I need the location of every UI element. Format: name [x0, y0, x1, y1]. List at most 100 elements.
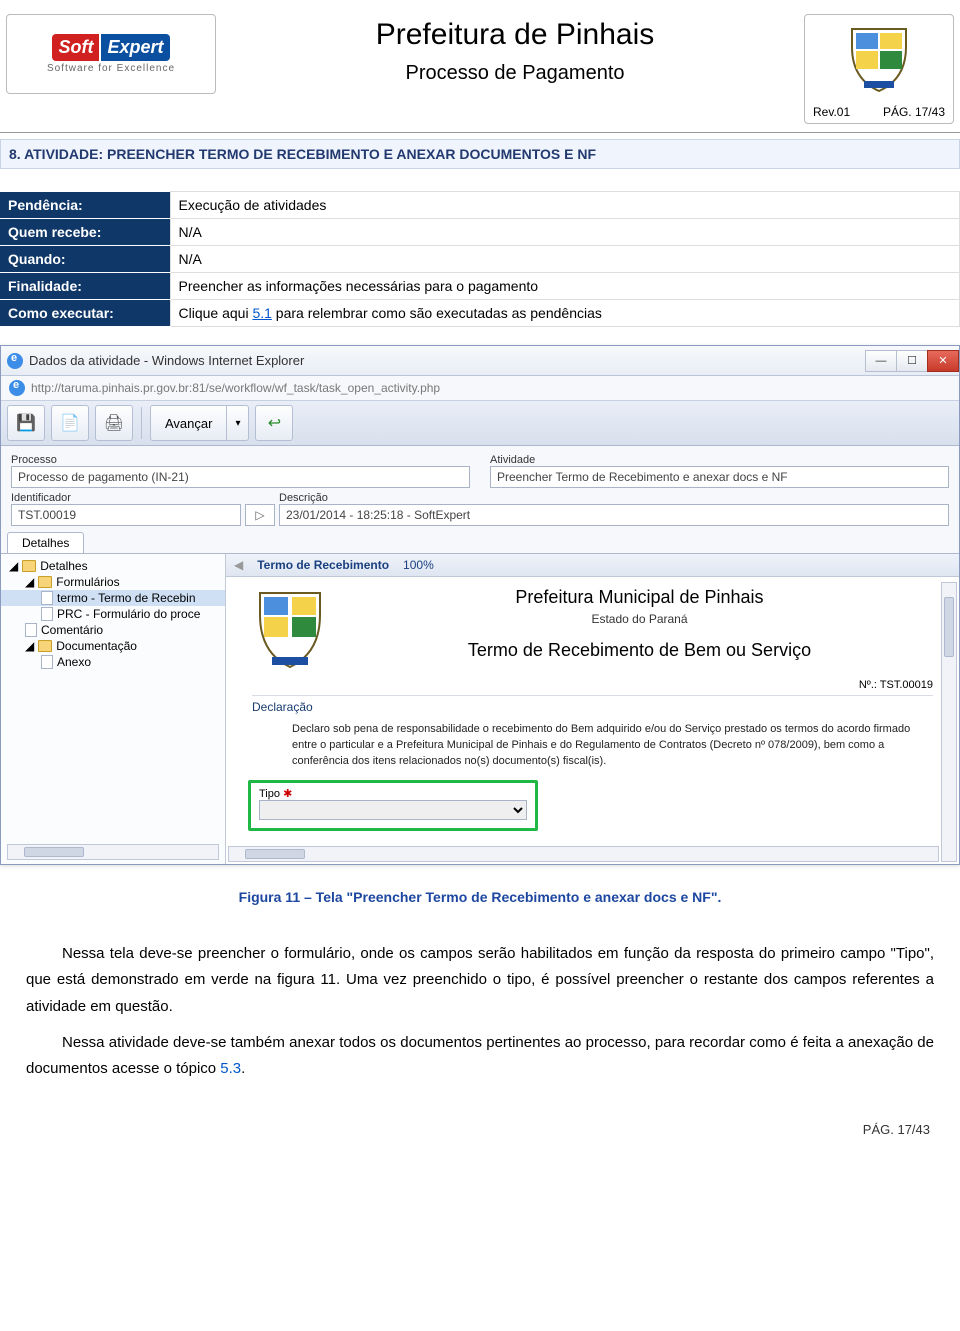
address-bar: http://taruma.pinhais.pr.gov.br:81/se/wo… [1, 376, 959, 401]
folder-icon [38, 576, 52, 588]
doc-title: Prefeitura de Pinhais [226, 18, 804, 52]
softexpert-logo-box: Soft Expert Software for Excellence [6, 14, 216, 94]
content-row: ◢Detalhes ◢Formulários termo - Termo de … [1, 554, 959, 864]
toolbar-separator [141, 407, 142, 439]
tree-label: Detalhes [40, 559, 87, 573]
tree-nav: ◢Detalhes ◢Formulários termo - Termo de … [1, 554, 226, 864]
toolbar: 💾 📄 🖨 Avançar ▾ ↩ [1, 401, 959, 446]
print-icon[interactable]: 🖨 [95, 405, 133, 441]
form-body: Prefeitura Municipal de Pinhais Estado d… [226, 577, 959, 859]
save-icon[interactable]: 💾 [7, 405, 45, 441]
tipo-highlight-box: Tipo ✱ [248, 780, 538, 831]
section-heading-bar: 8. ATIVIDADE: PREENCHER TERMO DE RECEBIM… [0, 139, 960, 169]
processo-input[interactable]: Processo de pagamento (IN-21) [11, 466, 470, 488]
id-desc-row: Identificador TST.00019 ▷ Descrição 23/0… [1, 492, 959, 532]
tab-bar: Detalhes [1, 532, 959, 554]
paragraph-2: Nessa atividade deve-se também anexar to… [26, 1030, 934, 1083]
tree-detalhes[interactable]: ◢Detalhes [1, 558, 225, 574]
info-value: Execução de atividades [170, 192, 960, 219]
declaracao-text: Declaro sob pena de responsabilidade o r… [292, 722, 933, 770]
document-icon [25, 623, 37, 637]
doc-subtitle: Processo de Pagamento [226, 62, 804, 85]
info-label: Quem recebe: [0, 219, 170, 246]
tree-label: Anexo [57, 655, 91, 669]
ident-label: Identificador [11, 492, 241, 504]
required-icon: ✱ [283, 788, 292, 800]
info-label: Quando: [0, 246, 170, 273]
tree-label: PRC - Formulário do proce [57, 607, 200, 621]
info-value: Preencher as informações necessárias par… [170, 273, 960, 300]
exec-pre: Clique aqui [179, 305, 253, 321]
pinhais-crest-icon [252, 587, 328, 673]
tree-label: Comentário [41, 623, 103, 637]
return-icon[interactable]: ↩ [255, 405, 293, 441]
pinhais-crest-icon [842, 21, 916, 95]
logo-expert: Expert [101, 34, 169, 61]
logo-subtitle: Software for Excellence [47, 63, 175, 74]
atividade-label: Atividade [490, 454, 949, 466]
ident-input[interactable]: TST.00019 [11, 504, 241, 526]
info-value: N/A [170, 246, 960, 273]
paragraph-1: Nessa tela deve-se preencher o formulári… [26, 941, 934, 1020]
form-heading-3: Termo de Recebimento de Bem ou Serviço [346, 640, 933, 661]
desc-input[interactable]: 23/01/2014 - 18:25:18 - SoftExpert [279, 504, 949, 526]
form-sub-toolbar: ◀ Termo de Recebimento 100% [226, 554, 959, 577]
pag-label: PÁG. 17/43 [883, 105, 945, 119]
document-icon [41, 655, 53, 669]
crest-box: Rev.01 PÁG. 17/43 [804, 14, 954, 124]
atividade-input[interactable]: Preencher Termo de Recebimento e anexar … [490, 466, 949, 488]
section-link-53[interactable]: 5.3 [220, 1060, 241, 1077]
document-header: Soft Expert Software for Excellence Pref… [0, 0, 960, 133]
exec-link[interactable]: 5.1 [252, 305, 271, 321]
doc-icon[interactable]: 📄 [51, 405, 89, 441]
tree-prc[interactable]: PRC - Formulário do proce [1, 606, 225, 622]
body-text: Nessa tela deve-se preencher o formulári… [0, 941, 960, 1082]
vertical-scrollbar[interactable] [941, 582, 957, 862]
section-title: ATIVIDADE: PREENCHER TERMO DE RECEBIMENT… [24, 146, 596, 162]
title-block: Prefeitura de Pinhais Processo de Pagame… [226, 14, 804, 85]
form-heading-1: Prefeitura Municipal de Pinhais [346, 587, 933, 608]
form-number: Nº.: TST.00019 [252, 679, 933, 691]
advance-label: Avançar [151, 416, 226, 431]
tree-formularios[interactable]: ◢Formulários [1, 574, 225, 590]
chevron-down-icon[interactable]: ▾ [226, 406, 248, 440]
horizontal-scrollbar[interactable] [228, 846, 939, 862]
info-row: Quem recebe: N/A [0, 219, 960, 246]
scrollbar-thumb[interactable] [24, 847, 84, 857]
document-icon [41, 607, 53, 621]
tree-label: termo - Termo de Recebin [57, 591, 196, 605]
scrollbar-thumb[interactable] [245, 849, 305, 859]
rev-pag: Rev.01 PÁG. 17/43 [809, 105, 949, 119]
declaracao-label: Declaração [252, 695, 933, 714]
scrollbar-thumb[interactable] [944, 597, 954, 657]
tree-comentario[interactable]: Comentário [1, 622, 225, 638]
tree-anexo[interactable]: Anexo [1, 654, 225, 670]
tree-label: Formulários [56, 575, 119, 589]
chevron-left-icon[interactable]: ◀ [234, 558, 243, 572]
spacer-label [245, 492, 275, 504]
info-row: Pendência: Execução de atividades [0, 192, 960, 219]
document-icon [41, 591, 53, 605]
advance-button[interactable]: Avançar ▾ [150, 405, 249, 441]
window-titlebar: Dados da atividade - Windows Internet Ex… [1, 346, 959, 376]
exec-post: para relembrar como são executadas as pe… [272, 305, 602, 321]
maximize-button[interactable]: ☐ [896, 350, 928, 372]
tipo-label: Tipo [259, 788, 280, 800]
field-grid: Processo Processo de pagamento (IN-21) A… [1, 446, 959, 492]
lookup-button[interactable]: ▷ [245, 504, 275, 526]
softexpert-logo: Soft Expert [52, 34, 169, 61]
info-label: Como executar: [0, 300, 170, 327]
close-button[interactable]: ✕ [927, 350, 959, 372]
tree-termo[interactable]: termo - Termo de Recebin [1, 590, 225, 606]
horizontal-scrollbar[interactable] [7, 844, 219, 860]
processo-label: Processo [11, 454, 470, 466]
tab-detalhes[interactable]: Detalhes [7, 532, 84, 553]
info-label: Pendência: [0, 192, 170, 219]
ie-icon [9, 380, 25, 396]
tree-documentacao[interactable]: ◢Documentação [1, 638, 225, 654]
tipo-select[interactable] [259, 800, 527, 820]
minimize-button[interactable]: — [865, 350, 897, 372]
page-footer: PÁG. 17/43 [0, 1092, 960, 1157]
info-row: Quando: N/A [0, 246, 960, 273]
logo-soft: Soft [52, 34, 99, 61]
